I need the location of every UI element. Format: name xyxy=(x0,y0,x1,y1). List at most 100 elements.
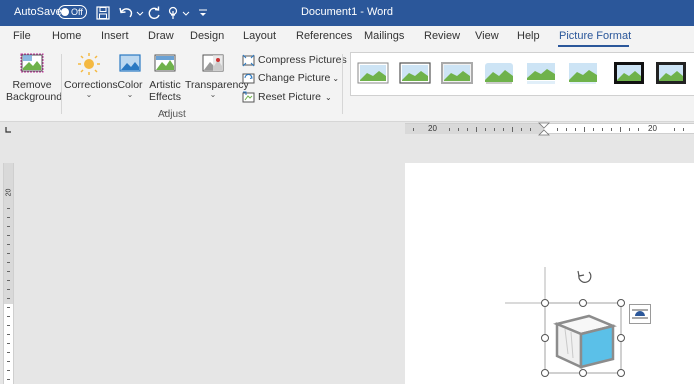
cube-icon xyxy=(553,314,617,369)
ruler-tick xyxy=(7,280,10,281)
picture-style-5[interactable] xyxy=(525,61,557,85)
tab-layout[interactable]: Layout xyxy=(243,30,276,42)
picture-style-7[interactable] xyxy=(613,61,645,85)
ruler-tick xyxy=(7,253,10,254)
indent-marker-icon[interactable] xyxy=(538,122,550,136)
redo-icon[interactable] xyxy=(146,4,162,22)
autosave-toggle[interactable]: Off xyxy=(58,5,87,19)
ruler-tick xyxy=(476,127,477,132)
change-picture-button[interactable]: Change Picture ⌄ xyxy=(242,70,339,86)
tab-design[interactable]: Design xyxy=(190,30,224,42)
ruler-tick xyxy=(7,334,10,335)
artistic-effects-label-1: Artistic xyxy=(149,79,181,91)
ruler-tick xyxy=(7,325,10,326)
ruler-tick xyxy=(584,127,585,132)
remove-background-button[interactable]: Remove Background xyxy=(6,52,62,103)
save-icon[interactable] xyxy=(95,4,111,22)
ruler-tick xyxy=(7,262,10,263)
ribbon-separator xyxy=(61,54,62,114)
touch-mode-icon[interactable] xyxy=(166,4,192,22)
ruler-tick xyxy=(593,128,594,131)
tab-help[interactable]: Help xyxy=(517,30,540,42)
picture-styles-gallery xyxy=(350,52,694,96)
picture-style-8[interactable] xyxy=(655,61,687,85)
change-picture-icon xyxy=(242,73,255,83)
compress-icon xyxy=(242,54,255,66)
ribbon-separator xyxy=(342,54,343,114)
ruler-tick xyxy=(7,217,10,218)
title-bar: AutoSave Off Document1 - Word xyxy=(0,0,694,26)
tab-selector-icon[interactable] xyxy=(2,124,14,136)
tab-review[interactable]: Review xyxy=(424,30,460,42)
ruler-tick xyxy=(638,128,639,131)
customize-qat-icon[interactable] xyxy=(197,4,209,22)
chevron-down-icon: ⌄ xyxy=(332,73,340,83)
picture-style-3[interactable] xyxy=(441,61,473,85)
ruler-tick xyxy=(7,271,10,272)
ruler-tick xyxy=(7,208,10,209)
ruler-number: 20 xyxy=(5,188,13,197)
autosave-state: Off xyxy=(71,7,83,17)
sun-icon xyxy=(78,53,100,75)
compress-pictures-button[interactable]: Compress Pictures xyxy=(242,52,347,68)
corrections-button[interactable]: Corrections ⌄ xyxy=(64,52,118,99)
ruler-tick xyxy=(575,128,576,131)
ruler-tick xyxy=(467,128,468,131)
ruler-margin xyxy=(4,163,13,304)
tab-insert[interactable]: Insert xyxy=(101,30,129,42)
tab-home[interactable]: Home xyxy=(52,30,81,42)
ruler-tick xyxy=(7,379,10,380)
layout-options-button[interactable] xyxy=(629,304,651,324)
ruler-tick xyxy=(566,128,567,131)
ruler-tick xyxy=(7,289,10,290)
ruler-tick xyxy=(7,316,10,317)
artistic-effects-label-2: Effects xyxy=(149,91,181,103)
group-label-adjust: Adjust xyxy=(158,109,186,120)
tab-draw[interactable]: Draw xyxy=(148,30,174,42)
picture-style-1[interactable] xyxy=(357,61,389,85)
layout-options-icon xyxy=(632,309,648,319)
rotate-handle-icon[interactable] xyxy=(577,270,592,283)
ruler-tick xyxy=(629,128,630,131)
horizontal-ruler[interactable]: 20 20 xyxy=(405,122,694,136)
tab-file[interactable]: File xyxy=(13,30,31,42)
artistic-effects-icon xyxy=(154,54,176,72)
ruler-tick xyxy=(512,127,513,132)
artistic-effects-button[interactable]: Artistic Effects ⌄ xyxy=(146,52,184,117)
selected-picture[interactable] xyxy=(505,262,645,384)
ruler-tick xyxy=(7,370,10,371)
ruler-tick xyxy=(620,127,621,132)
ribbon-tabs: File Home Insert Draw Design Layout Refe… xyxy=(0,26,694,48)
tab-references[interactable]: References xyxy=(296,30,352,42)
ruler-number: 20 xyxy=(428,124,437,133)
transparency-button[interactable]: Transparency ⌄ xyxy=(185,52,249,99)
reset-picture-button[interactable]: Reset Picture ⌄ xyxy=(242,89,332,105)
ruler-tick xyxy=(7,226,10,227)
ruler-tick xyxy=(503,128,504,131)
ruler-margin xyxy=(405,124,544,134)
picture-style-6[interactable] xyxy=(567,61,599,85)
transparency-icon xyxy=(202,54,224,72)
picture-style-4[interactable] xyxy=(483,61,515,85)
tab-view[interactable]: View xyxy=(475,30,499,42)
vertical-ruler[interactable]: 20 xyxy=(3,163,14,384)
autosave-label: AutoSave xyxy=(14,6,62,18)
reset-picture-label: Reset Picture xyxy=(258,91,322,103)
tab-mailings[interactable]: Mailings xyxy=(364,30,404,42)
tab-picture-format[interactable]: Picture Format xyxy=(559,30,631,42)
chevron-down-icon: ⌄ xyxy=(325,92,332,102)
remove-background-label-1: Remove xyxy=(12,79,52,91)
remove-background-label-2: Background xyxy=(6,91,63,103)
active-tab-indicator xyxy=(558,45,629,47)
remove-background-icon xyxy=(20,53,44,73)
ruler-tick xyxy=(7,307,10,308)
picture-style-2[interactable] xyxy=(399,61,431,85)
ruler-tick xyxy=(611,128,612,131)
ruler-tick xyxy=(7,244,10,245)
ruler-tick xyxy=(494,128,495,131)
undo-icon[interactable] xyxy=(117,4,145,22)
chevron-down-icon: ⌄ xyxy=(85,90,93,99)
reset-picture-icon xyxy=(242,91,255,102)
color-button[interactable]: Color ⌄ xyxy=(116,52,144,99)
ruler-tick xyxy=(485,128,486,131)
